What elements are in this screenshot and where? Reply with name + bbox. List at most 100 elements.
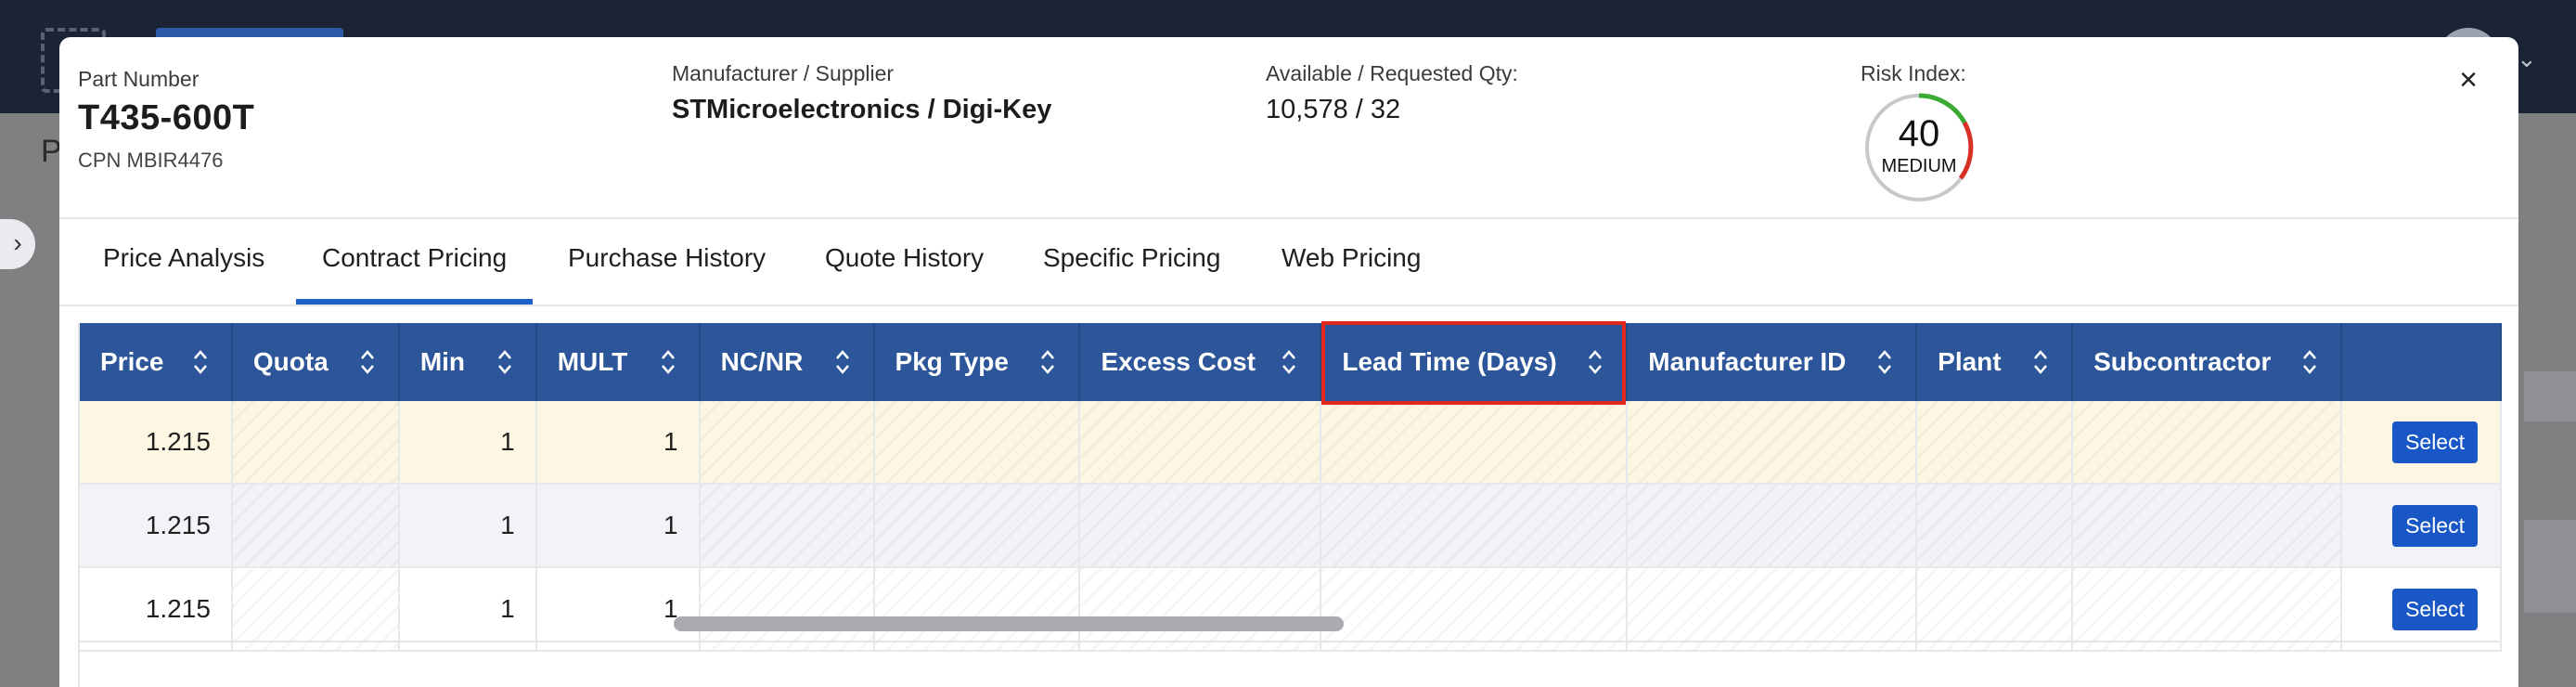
sort-icon[interactable]: [359, 347, 376, 377]
col-manufacturer-id[interactable]: Manufacturer ID: [1627, 323, 1918, 401]
tab-price-analysis[interactable]: Price Analysis: [103, 219, 264, 305]
col-min[interactable]: Min: [398, 323, 537, 401]
col-mult[interactable]: MULT: [535, 323, 701, 401]
col-plant-label: Plant: [1938, 347, 2002, 376]
cell-quota: [231, 484, 400, 568]
cell-manufacturer-id: [1627, 484, 1918, 568]
manufacturer-value: STMicroelectronics / Digi-Key: [672, 95, 1052, 124]
select-button[interactable]: Select: [2392, 504, 2478, 547]
select-button[interactable]: Select: [2392, 588, 2478, 630]
risk-index-value: 40: [1898, 113, 1940, 154]
cell-lead-time: [1320, 567, 1629, 652]
cell-price: 1.215: [80, 567, 233, 652]
cell-plant: [1916, 401, 2074, 485]
cell-action: Select: [2340, 567, 2502, 652]
col-ncnr[interactable]: NC/NR: [699, 323, 875, 401]
cell-mult: 1: [535, 484, 701, 568]
col-subcontractor[interactable]: Subcontractor: [2072, 323, 2342, 401]
col-price[interactable]: Price: [80, 323, 233, 401]
tab-quote-history[interactable]: Quote History: [825, 219, 984, 305]
col-quota-label: Quota: [252, 347, 328, 376]
background-panel: [2524, 520, 2576, 613]
cell-subcontractor: [2072, 401, 2342, 485]
qty-label: Available / Requested Qty:: [1266, 61, 1518, 85]
cell-lead-time: [1320, 401, 1629, 485]
close-button[interactable]: ×: [2450, 61, 2487, 98]
cell-plant: [1916, 484, 2074, 568]
tab-bar: Price Analysis Contract Pricing Purchase…: [59, 219, 2518, 306]
cell-min: 1: [398, 484, 537, 568]
sort-icon[interactable]: [192, 347, 209, 377]
col-excess-cost-label: Excess Cost: [1101, 347, 1256, 376]
cell-subcontractor: [2072, 567, 2342, 652]
table-row[interactable]: 1.215 1 1 Select: [80, 484, 2502, 568]
table-header-row: Price Quota Min MULT NC/NR Pkg Type Exce…: [80, 323, 2502, 401]
col-manufacturer-id-label: Manufacturer ID: [1648, 347, 1847, 376]
lead-time-highlight-box: [1321, 321, 1626, 405]
sort-icon[interactable]: [1281, 347, 1297, 377]
sort-icon[interactable]: [1039, 347, 1056, 377]
table-bottom-border: [78, 641, 2500, 642]
col-min-label: Min: [419, 347, 466, 376]
cell-price: 1.215: [80, 401, 233, 485]
cell-subcontractor: [2072, 484, 2342, 568]
cell-min: 1: [398, 567, 537, 652]
qty-value: 10,578 / 32: [1266, 95, 1401, 124]
cell-pkg-type: [873, 567, 1081, 652]
sort-icon[interactable]: [2032, 347, 2049, 377]
cell-pkg-type: [873, 401, 1081, 485]
cell-action: Select: [2340, 484, 2502, 568]
background-panel: [2524, 371, 2576, 421]
sort-icon[interactable]: [834, 347, 851, 377]
cell-quota: [231, 401, 400, 485]
cell-mult: 1: [535, 567, 701, 652]
tab-purchase-history[interactable]: Purchase History: [568, 219, 766, 305]
select-button[interactable]: Select: [2392, 421, 2478, 463]
col-pkg-type-label: Pkg Type: [895, 347, 1009, 376]
cell-ncnr: [699, 401, 875, 485]
cell-min: 1: [398, 401, 537, 485]
col-ncnr-label: NC/NR: [720, 347, 804, 376]
sort-icon[interactable]: [660, 347, 676, 377]
cell-excess-cost: [1079, 401, 1322, 485]
contract-pricing-table-container: Price Quota Min MULT NC/NR Pkg Type Exce…: [78, 323, 2502, 687]
part-number-label: Part Number: [78, 67, 200, 91]
sort-icon[interactable]: [1876, 347, 1893, 377]
col-excess-cost[interactable]: Excess Cost: [1079, 323, 1322, 401]
table-row[interactable]: 1.215 1 1 Select: [80, 401, 2502, 485]
tab-web-pricing[interactable]: Web Pricing: [1282, 219, 1421, 305]
tab-contract-pricing[interactable]: Contract Pricing: [296, 219, 534, 305]
col-price-label: Price: [100, 347, 164, 376]
col-subcontractor-label: Subcontractor: [2093, 347, 2272, 376]
cell-mult: 1: [535, 401, 701, 485]
col-action: [2340, 323, 2502, 401]
tab-specific-pricing[interactable]: Specific Pricing: [1043, 219, 1220, 305]
col-quota[interactable]: Quota: [231, 323, 400, 401]
manufacturer-label: Manufacturer / Supplier: [672, 61, 895, 85]
sidebar-expand-icon: ›: [0, 219, 35, 269]
cell-pkg-type: [873, 484, 1081, 568]
col-plant[interactable]: Plant: [1916, 323, 2074, 401]
risk-level: MEDIUM: [1881, 156, 1957, 176]
col-pkg-type[interactable]: Pkg Type: [873, 323, 1081, 401]
cell-excess-cost: [1079, 484, 1322, 568]
risk-index-label: Risk Index:: [1861, 61, 1966, 85]
chevron-down-icon: ⌄: [2517, 45, 2537, 72]
cell-plant: [1916, 567, 2074, 652]
cell-lead-time: [1320, 484, 1629, 568]
part-number: T435-600T: [78, 98, 255, 137]
horizontal-scrollbar[interactable]: [674, 616, 1344, 631]
cell-manufacturer-id: [1627, 567, 1918, 652]
cell-quota: [231, 567, 400, 652]
contract-pricing-table: Price Quota Min MULT NC/NR Pkg Type Exce…: [80, 323, 2502, 652]
cell-action: Select: [2340, 401, 2502, 485]
col-mult-label: MULT: [557, 347, 628, 376]
cell-ncnr: [699, 567, 875, 652]
sort-icon[interactable]: [496, 347, 513, 377]
cell-excess-cost: [1079, 567, 1322, 652]
sort-icon[interactable]: [2301, 347, 2318, 377]
table-row[interactable]: 1.215 1 1 Select: [80, 567, 2502, 652]
cell-ncnr: [699, 484, 875, 568]
cell-manufacturer-id: [1627, 401, 1918, 485]
cpn-value: CPN MBIR4476: [78, 149, 224, 172]
